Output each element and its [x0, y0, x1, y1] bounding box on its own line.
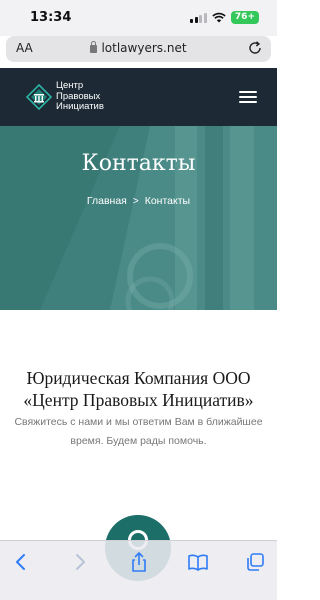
chevron-right-icon[interactable] — [68, 551, 90, 573]
signal-icon — [190, 12, 207, 23]
wifi-icon — [212, 12, 226, 23]
company-heading: Юридическая Компания ООО «Центр Правовых… — [0, 367, 277, 411]
lock-icon — [90, 41, 98, 53]
contact-subtitle: Свяжитесь с нами и мы ответим Вам в ближ… — [14, 416, 263, 447]
url-field[interactable]: lotlawyers.net — [6, 41, 271, 55]
breadcrumb-current: Контакты — [144, 195, 191, 207]
hero-banner: Контакты Главная > Контакты — [0, 126, 277, 310]
logo-line-3: Инициатив — [56, 101, 104, 112]
company-heading-line-1: Юридическая Компания ООО — [26, 368, 251, 388]
chevron-left-icon[interactable] — [11, 551, 33, 573]
tabs-icon[interactable] — [244, 551, 266, 573]
share-icon[interactable] — [128, 551, 150, 573]
battery-indicator: 76+ — [230, 11, 259, 24]
logo-line-1: Центр — [56, 80, 84, 91]
browser-toolbar — [0, 540, 277, 600]
url-text: lotlawyers.net — [101, 41, 187, 55]
logo-mark-icon[interactable] — [25, 83, 53, 111]
status-bar: 13:34 76+ — [0, 0, 277, 36]
breadcrumb-separator: > — [132, 196, 139, 207]
company-heading-line-2: «Центр Правовых Инициатив» — [23, 390, 254, 410]
hamburger-menu-icon[interactable] — [239, 91, 257, 103]
status-indicators: 76+ — [190, 11, 259, 24]
site-header: Центр Правовых Инициатив — [0, 68, 277, 126]
logo-text[interactable]: Центр Правовых Инициатив — [56, 80, 104, 113]
breadcrumb: Главная > Контакты — [0, 195, 277, 207]
breadcrumb-home-link[interactable]: Главная — [87, 195, 127, 207]
page-title: Контакты — [81, 151, 196, 176]
book-icon[interactable] — [187, 551, 209, 573]
address-bar[interactable]: AA lotlawyers.net — [6, 36, 271, 62]
reload-icon[interactable] — [247, 40, 263, 56]
status-time: 13:34 — [30, 10, 72, 25]
